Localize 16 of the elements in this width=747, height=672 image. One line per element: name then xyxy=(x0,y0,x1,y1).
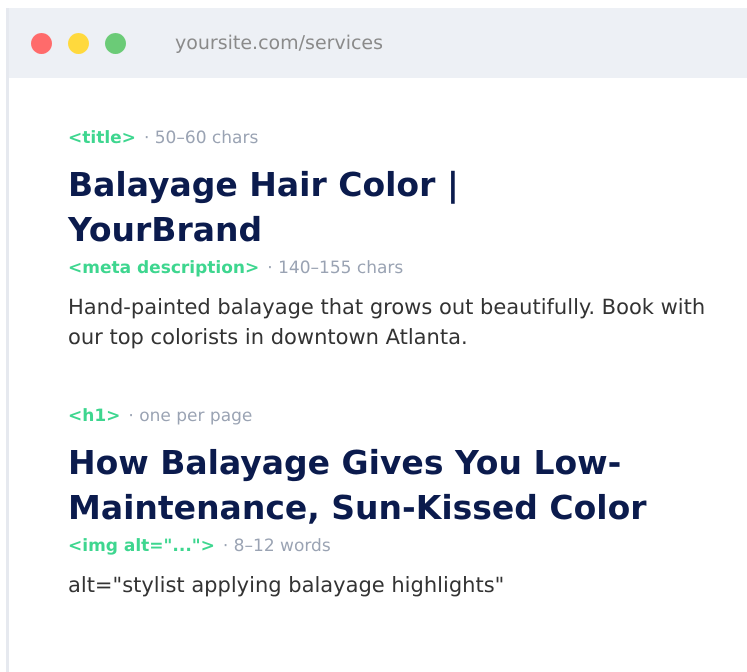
maximize-icon[interactable] xyxy=(105,32,126,54)
tag-note: · 8–12 words xyxy=(222,536,331,556)
tag-note: · one per page xyxy=(128,406,252,426)
tag-label: <img alt="..."> xyxy=(68,536,215,556)
heading-text: Balayage Hair Color | YourBrand xyxy=(68,164,460,251)
tag-label: <h1> xyxy=(68,406,120,426)
body-text: Hand-painted balayage that grows out beautifully. Book with our top colorists in downtown Atlanta. xyxy=(68,294,706,351)
tag-label: <title> xyxy=(68,128,136,148)
address-text: yoursite.com/services xyxy=(175,32,384,54)
close-icon[interactable] xyxy=(31,32,52,54)
tag-label: <meta description> xyxy=(68,258,260,278)
minimize-icon[interactable] xyxy=(68,32,89,54)
heading-text: How Balayage Gives You Low-Maintenance, Sun-Kissed Color xyxy=(68,442,648,529)
tag-note: · 140–155 chars xyxy=(267,258,404,278)
tag-note: · 50–60 chars xyxy=(144,128,258,148)
body-text: alt="stylist applying balayage highlights" xyxy=(68,572,506,599)
